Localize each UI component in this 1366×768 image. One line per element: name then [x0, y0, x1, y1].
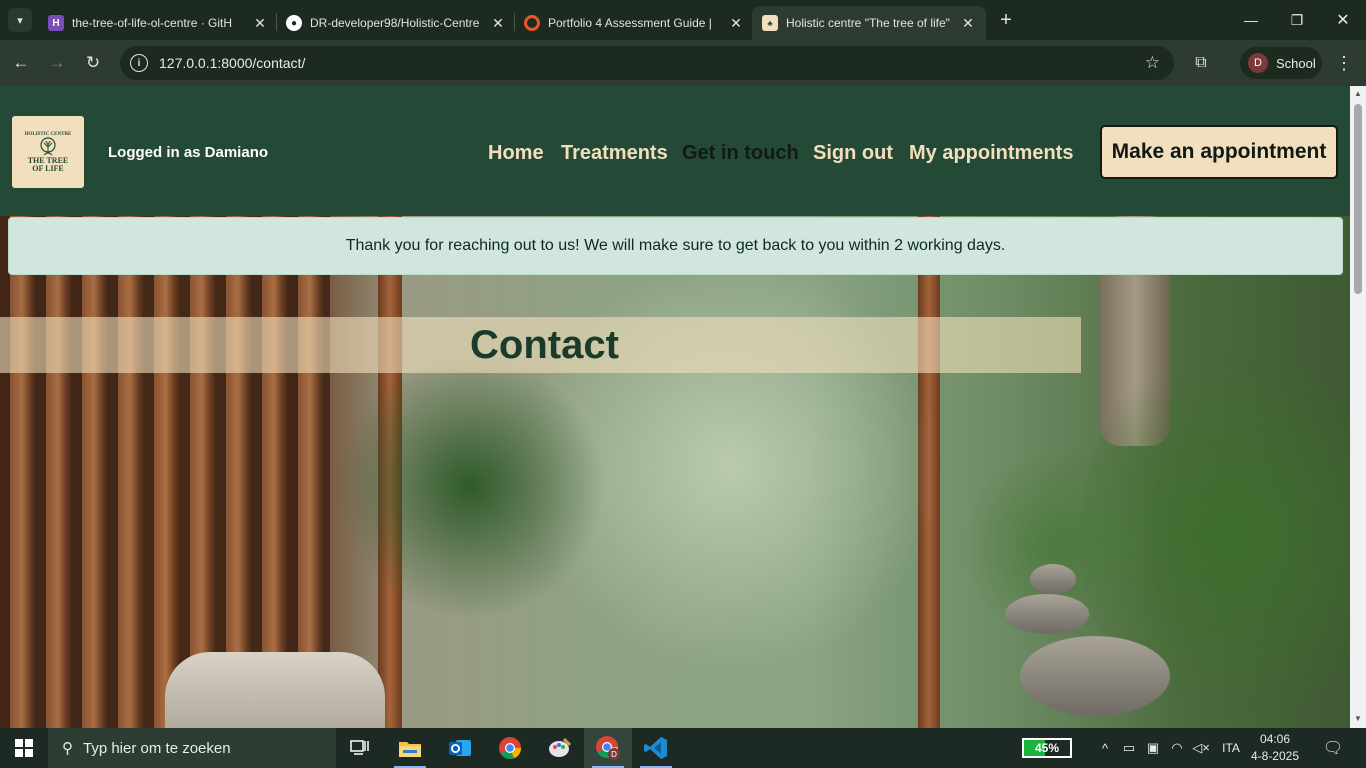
extensions-puzzle-icon[interactable]: ⧉: [1190, 52, 1212, 74]
taskbar-search-box[interactable]: ⚲ Typ hier om te zoeken: [48, 728, 336, 768]
avatar: D: [1248, 53, 1268, 73]
nav-my-appointments[interactable]: My appointments: [909, 142, 1073, 165]
site-logo[interactable]: HOLISTIC CENTRE THE TREE OF LIFE: [12, 116, 84, 188]
browser-toolbar: ← → ↻ i 127.0.0.1:8000/contact/ ☆ ⧉ D Sc…: [0, 40, 1366, 86]
search-placeholder: Typ hier om te zoeken: [83, 739, 231, 757]
tab-title: DR-developer98/Holistic-Centre: [310, 16, 480, 30]
nav-home[interactable]: Home: [488, 142, 544, 165]
tab-assessment-guide[interactable]: Portfolio 4 Assessment Guide | ✕: [514, 6, 754, 40]
restore-icon[interactable]: ❐: [1274, 0, 1320, 40]
language-indicator[interactable]: ITA: [1216, 728, 1246, 768]
outlook-icon[interactable]: [436, 728, 484, 768]
tab-holistic-centre[interactable]: ♣ Holistic centre "The tree of life" ✕: [752, 6, 986, 40]
clock[interactable]: 04:06 4-8-2025: [1250, 731, 1300, 765]
windows-start-icon[interactable]: [0, 728, 48, 768]
minimize-icon[interactable]: —: [1228, 0, 1274, 40]
camera-icon[interactable]: ▣: [1142, 728, 1164, 768]
page-scrollbar[interactable]: ▲ ▼: [1350, 86, 1366, 728]
search-icon: ⚲: [62, 740, 73, 757]
scroll-down-icon[interactable]: ▼: [1353, 714, 1363, 723]
logged-in-status: Logged in as Damiano: [108, 144, 269, 161]
nav-sign-out[interactable]: Sign out: [813, 142, 893, 165]
close-tab-icon[interactable]: ✕: [252, 15, 268, 32]
speaker-muted-icon[interactable]: ◁×: [1190, 728, 1212, 768]
chrome-icon[interactable]: [486, 728, 534, 768]
page-title: Contact: [470, 322, 619, 367]
close-tab-icon[interactable]: ✕: [960, 15, 976, 32]
paint-icon[interactable]: [536, 728, 584, 768]
site-favicon: ♣: [762, 15, 778, 31]
profile-chip[interactable]: D School: [1240, 47, 1322, 79]
forward-arrow-icon[interactable]: →: [44, 50, 70, 76]
battery-indicator[interactable]: 45%: [1022, 738, 1072, 758]
tab-github[interactable]: ● DR-developer98/Holistic-Centre ✕: [276, 6, 516, 40]
clock-time: 04:06: [1259, 732, 1291, 746]
tab-title: Holistic centre "The tree of life": [786, 16, 950, 30]
clock-date: 4-8-2025: [1250, 749, 1300, 763]
wifi-icon[interactable]: ◠: [1166, 728, 1188, 768]
windows-taskbar: ⚲ Typ hier om te zoeken D 45% ^ ▭ ▣ ◠ ◁×…: [0, 728, 1366, 768]
chrome-profile-icon[interactable]: D: [584, 728, 632, 768]
hero-background-image: [0, 216, 1350, 728]
tab-heroku[interactable]: H the-tree-of-life-ol-centre · GitH ✕: [38, 6, 278, 40]
tab-title: the-tree-of-life-ol-centre · GitH: [72, 16, 233, 30]
close-window-icon[interactable]: ✕: [1320, 0, 1366, 40]
battery-percent: 45%: [1034, 741, 1060, 755]
github-icon: ●: [286, 15, 302, 31]
make-appointment-button[interactable]: Make an appointment: [1100, 125, 1338, 179]
battery-icon[interactable]: ▭: [1118, 728, 1140, 768]
scrollbar-thumb[interactable]: [1354, 104, 1362, 294]
vscode-icon[interactable]: [632, 728, 680, 768]
nav-treatments[interactable]: Treatments: [561, 142, 668, 165]
site-info-icon[interactable]: i: [130, 54, 148, 72]
site-header: HOLISTIC CENTRE THE TREE OF LIFE Logged …: [0, 86, 1350, 216]
more-menu-icon[interactable]: ⋮: [1334, 52, 1354, 74]
nav-get-in-touch[interactable]: Get in touch: [682, 142, 799, 165]
page-viewport: HOLISTIC CENTRE THE TREE OF LIFE Logged …: [0, 86, 1350, 728]
profile-name: School: [1276, 55, 1316, 71]
close-tab-icon[interactable]: ✕: [728, 15, 744, 32]
scroll-up-icon[interactable]: ▲: [1353, 89, 1363, 98]
notifications-icon[interactable]: 🗨: [1318, 728, 1348, 768]
ci-icon: [524, 15, 540, 31]
heroku-icon: H: [48, 15, 64, 31]
close-tab-icon[interactable]: ✕: [490, 15, 506, 32]
page-title-band: Contact: [0, 317, 1081, 373]
back-arrow-icon[interactable]: ←: [8, 50, 34, 76]
task-view-icon[interactable]: [336, 728, 384, 768]
file-explorer-icon[interactable]: [386, 728, 434, 768]
bookmark-star-icon[interactable]: ☆: [1145, 53, 1160, 73]
url-text[interactable]: 127.0.0.1:8000/contact/: [159, 55, 305, 71]
chevron-up-icon[interactable]: ^: [1094, 728, 1116, 768]
svg-text:D: D: [611, 750, 617, 759]
address-bar[interactable]: i 127.0.0.1:8000/contact/ ☆: [120, 46, 1174, 80]
browser-tab-strip: ▾ H the-tree-of-life-ol-centre · GitH ✕ …: [0, 0, 1366, 40]
logo-name: THE TREE OF LIFE: [27, 155, 69, 173]
tab-search-chevron-icon[interactable]: ▾: [8, 8, 32, 32]
tab-title: Portfolio 4 Assessment Guide |: [548, 16, 712, 30]
new-tab-plus-icon[interactable]: +: [994, 8, 1018, 32]
tree-icon: [40, 136, 56, 155]
reload-icon[interactable]: ↻: [80, 50, 106, 76]
success-alert: Thank you for reaching out to us! We wil…: [8, 217, 1343, 275]
